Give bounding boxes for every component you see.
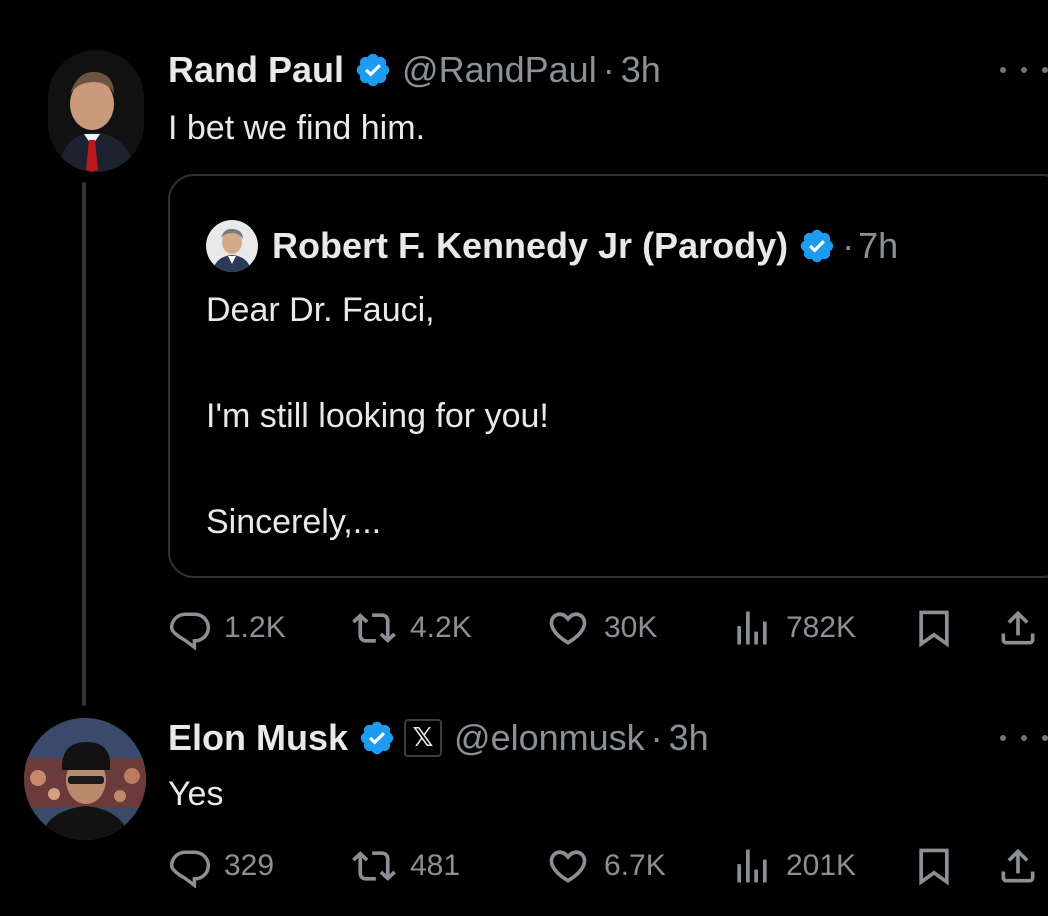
avatar[interactable] bbox=[206, 220, 258, 272]
quoted-post-timestamp[interactable]: 7h bbox=[858, 224, 898, 268]
reply-count: 329 bbox=[224, 849, 275, 882]
repost-icon bbox=[352, 613, 396, 643]
author-handle[interactable]: @RandPaul bbox=[402, 48, 597, 92]
repost-count: 481 bbox=[410, 849, 461, 882]
post-rand-paul[interactable]: Rand Paul @RandPaul · 3h I bet we find h… bbox=[0, 0, 1048, 706]
more-options-icon[interactable] bbox=[1000, 64, 1048, 76]
bookmark-icon bbox=[919, 848, 949, 884]
like-button[interactable]: 6.7K bbox=[544, 842, 666, 890]
quoted-post-header: Robert F. Kennedy Jr (Parody) · 7h bbox=[206, 220, 898, 272]
view-count: 782K bbox=[786, 611, 857, 644]
repost-button[interactable]: 481 bbox=[350, 842, 460, 890]
views-button[interactable]: 201K bbox=[730, 842, 856, 890]
views-button[interactable]: 782K bbox=[730, 604, 856, 652]
reply-button[interactable]: 1.2K bbox=[168, 604, 286, 652]
post-timestamp[interactable]: 3h bbox=[669, 716, 709, 760]
author-name[interactable]: Elon Musk bbox=[168, 716, 348, 760]
thread-connector-line bbox=[82, 182, 86, 706]
share-icon bbox=[1001, 610, 1035, 645]
elon-musk-photo bbox=[24, 718, 146, 840]
post-header: Elon Musk 𝕏 @elonmusk · 3h bbox=[168, 716, 709, 760]
reply-icon bbox=[169, 850, 211, 887]
author-name[interactable]: Rand Paul bbox=[168, 48, 344, 92]
heart-icon bbox=[549, 612, 587, 645]
author-handle[interactable]: @elonmusk bbox=[454, 716, 645, 760]
reply-count: 1.2K bbox=[224, 611, 286, 644]
post-action-bar: 329 481 6.7K 201K bbox=[168, 842, 1048, 890]
post-elon-musk[interactable]: Elon Musk 𝕏 @elonmusk · 3h Yes 329 481 6… bbox=[0, 700, 1048, 916]
like-count: 6.7K bbox=[604, 849, 666, 882]
rfk-jr-photo bbox=[206, 220, 258, 272]
repost-icon bbox=[352, 851, 396, 881]
repost-button[interactable]: 4.2K bbox=[350, 604, 472, 652]
share-icon bbox=[1001, 848, 1035, 883]
verified-check-icon[interactable] bbox=[358, 719, 396, 757]
share-button[interactable] bbox=[996, 842, 1040, 890]
separator: · bbox=[602, 49, 615, 90]
bookmark-button[interactable] bbox=[912, 842, 956, 890]
quoted-author-name[interactable]: Robert F. Kennedy Jr (Parody) bbox=[272, 224, 788, 268]
quoted-post[interactable]: Robert F. Kennedy Jr (Parody) · 7h Dear … bbox=[168, 174, 1048, 578]
bookmark-button[interactable] bbox=[912, 604, 956, 652]
verified-check-icon[interactable] bbox=[798, 227, 836, 265]
views-bar-chart-icon bbox=[737, 849, 767, 883]
like-button[interactable]: 30K bbox=[544, 604, 657, 652]
post-text: I bet we find him. bbox=[168, 109, 426, 147]
rand-paul-photo bbox=[48, 50, 144, 172]
quoted-post-line: I'm still looking for you! bbox=[206, 397, 549, 435]
avatar[interactable] bbox=[48, 50, 144, 172]
post-action-bar: 1.2K 4.2K 30K 782K bbox=[168, 604, 1048, 652]
share-button[interactable] bbox=[996, 604, 1040, 652]
view-count: 201K bbox=[786, 849, 857, 882]
x-affiliation-badge-icon[interactable]: 𝕏 bbox=[404, 719, 443, 757]
avatar[interactable] bbox=[24, 718, 146, 840]
heart-icon bbox=[549, 850, 587, 883]
separator: · bbox=[842, 225, 855, 266]
post-header: Rand Paul @RandPaul · 3h bbox=[168, 48, 661, 92]
bookmark-icon bbox=[919, 610, 949, 646]
reply-icon bbox=[169, 612, 211, 649]
reply-button[interactable]: 329 bbox=[168, 842, 274, 890]
post-timestamp[interactable]: 3h bbox=[621, 48, 661, 92]
quoted-post-line: Sincerely,... bbox=[206, 503, 382, 541]
more-options-icon[interactable] bbox=[1000, 732, 1048, 744]
like-count: 30K bbox=[604, 611, 658, 644]
separator: · bbox=[650, 717, 663, 758]
repost-count: 4.2K bbox=[410, 611, 472, 644]
quoted-post-line: Dear Dr. Fauci, bbox=[206, 291, 435, 329]
verified-check-icon[interactable] bbox=[354, 51, 392, 89]
post-text: Yes bbox=[168, 775, 224, 813]
views-bar-chart-icon bbox=[737, 611, 767, 645]
